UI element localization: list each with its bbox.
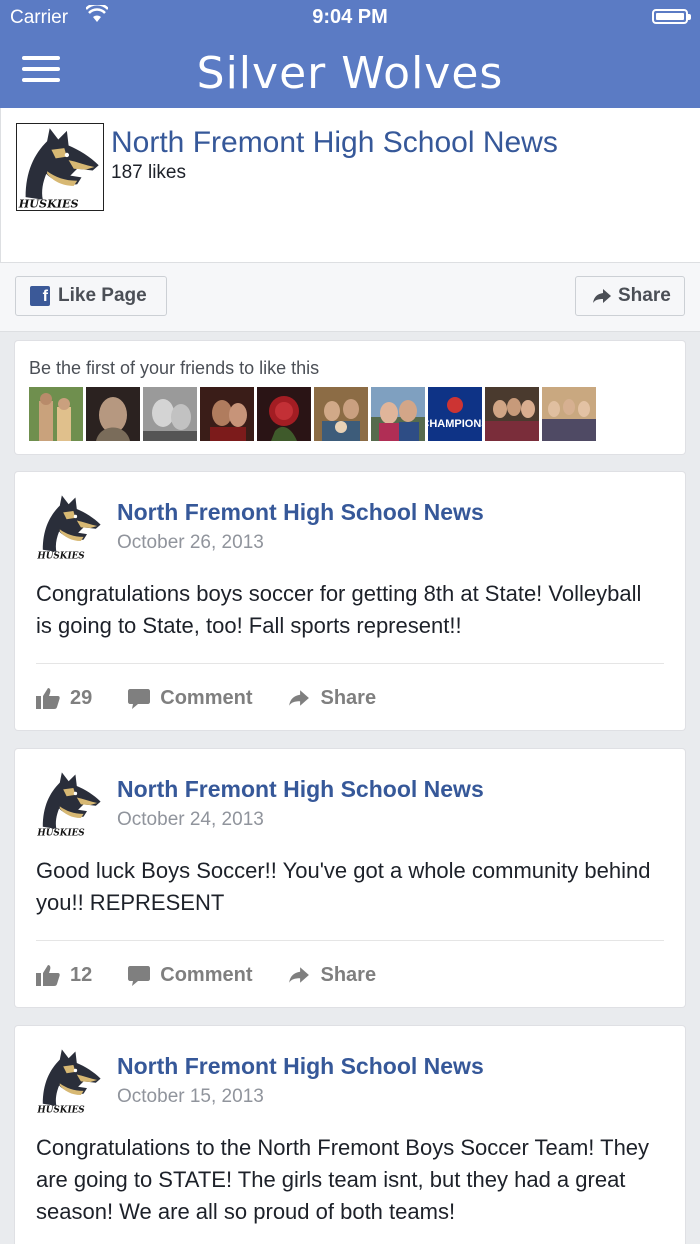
logo-text: HUSKIES — [36, 1106, 85, 1114]
post-date[interactable]: October 15, 2013 — [117, 1086, 264, 1108]
like-count: 29 — [70, 686, 93, 709]
divider — [36, 940, 664, 941]
friend-avatar[interactable] — [485, 387, 539, 441]
wolf-logo-icon: HUSKIES — [36, 769, 104, 837]
status-bar: Carrier 9:04 PM — [0, 0, 700, 36]
friend-avatar[interactable] — [29, 387, 83, 441]
logo-text: HUSKIES — [36, 552, 85, 560]
friends-prompt: Be the first of your friends to like thi… — [29, 358, 320, 378]
friends-box: Be the first of your friends to like thi… — [15, 341, 685, 454]
friend-avatars: CHAMPIONS — [29, 387, 596, 441]
post-actions: 12 Comment Share — [36, 960, 412, 990]
comment-button[interactable]: Comment — [128, 687, 252, 710]
logo-text: HUSKIES — [36, 829, 85, 837]
post-author-link[interactable]: North Fremont High School News — [117, 1053, 484, 1080]
page-action-bar: f Like Page Share — [0, 262, 700, 332]
divider — [36, 663, 664, 664]
app-header: Carrier 9:04 PM Silver Wolves — [0, 0, 700, 108]
post-author-avatar[interactable]: HUSKIES — [36, 1046, 104, 1114]
post-card: HUSKIES North Fremont High School News O… — [15, 749, 685, 1007]
thumbs-up-icon — [36, 965, 60, 986]
battery-icon — [652, 9, 691, 24]
comment-label: Comment — [160, 686, 253, 709]
friend-avatar[interactable] — [314, 387, 368, 441]
comment-label: Comment — [160, 963, 253, 986]
page-likes-count: 187 likes — [111, 162, 186, 183]
share-button[interactable]: Share — [288, 687, 376, 710]
like-button[interactable]: 29 — [36, 687, 92, 710]
post-message: Congratulations boys soccer for getting … — [36, 581, 642, 638]
post-date[interactable]: October 24, 2013 — [117, 809, 264, 831]
comment-icon — [128, 689, 151, 709]
like-button[interactable]: 12 — [36, 964, 92, 987]
share-label: Share — [320, 963, 377, 986]
post-card: HUSKIES North Fremont High School News O… — [15, 472, 685, 730]
thumbs-up-icon — [36, 688, 60, 709]
share-button[interactable]: Share — [288, 964, 376, 987]
post-author-avatar[interactable]: HUSKIES — [36, 492, 104, 560]
post-date[interactable]: October 26, 2013 — [117, 532, 264, 554]
like-page-label: Like Page — [58, 285, 147, 306]
post-author-link[interactable]: North Fremont High School News — [117, 776, 484, 803]
friend-avatar[interactable]: CHAMPIONS — [428, 387, 482, 441]
friend-avatar[interactable] — [200, 387, 254, 441]
like-page-button[interactable]: f Like Page — [15, 276, 167, 316]
champions-label: CHAMPIONS — [428, 418, 482, 430]
friend-avatar[interactable] — [143, 387, 197, 441]
friend-avatar[interactable] — [86, 387, 140, 441]
post-message: Congratulations to the North Fremont Boy… — [36, 1135, 650, 1224]
page-header: HUSKIES North Fremont High School News 1… — [0, 108, 700, 262]
like-count: 12 — [70, 963, 93, 986]
wolf-logo-icon: HUSKIES — [36, 492, 104, 560]
share-icon — [593, 289, 611, 303]
post-actions: 29 Comment Share — [36, 683, 412, 713]
share-page-label: Share — [618, 285, 671, 306]
comment-button[interactable]: Comment — [128, 964, 252, 987]
app-title: Silver Wolves — [196, 48, 504, 99]
logo-text: HUSKIES — [18, 197, 79, 210]
post-card: HUSKIES North Fremont High School News O… — [15, 1026, 685, 1244]
clock: 9:04 PM — [312, 6, 388, 28]
share-icon — [289, 690, 310, 706]
page-logo[interactable]: HUSKIES — [16, 123, 104, 211]
comment-icon — [128, 966, 151, 986]
post-author-link[interactable]: North Fremont High School News — [117, 499, 484, 526]
friend-avatar[interactable] — [257, 387, 311, 441]
share-page-button[interactable]: Share — [575, 276, 685, 316]
friend-avatar[interactable] — [542, 387, 596, 441]
post-author-avatar[interactable]: HUSKIES — [36, 769, 104, 837]
page-name-link[interactable]: North Fremont High School News — [111, 126, 558, 160]
friend-avatar[interactable] — [371, 387, 425, 441]
wolf-logo-icon: HUSKIES — [18, 124, 103, 210]
wolf-logo-icon: HUSKIES — [36, 1046, 104, 1114]
share-label: Share — [320, 686, 377, 709]
facebook-icon: f — [30, 286, 50, 306]
post-message: Good luck Boys Soccer!! You've got a who… — [36, 858, 651, 915]
share-icon — [289, 967, 310, 983]
